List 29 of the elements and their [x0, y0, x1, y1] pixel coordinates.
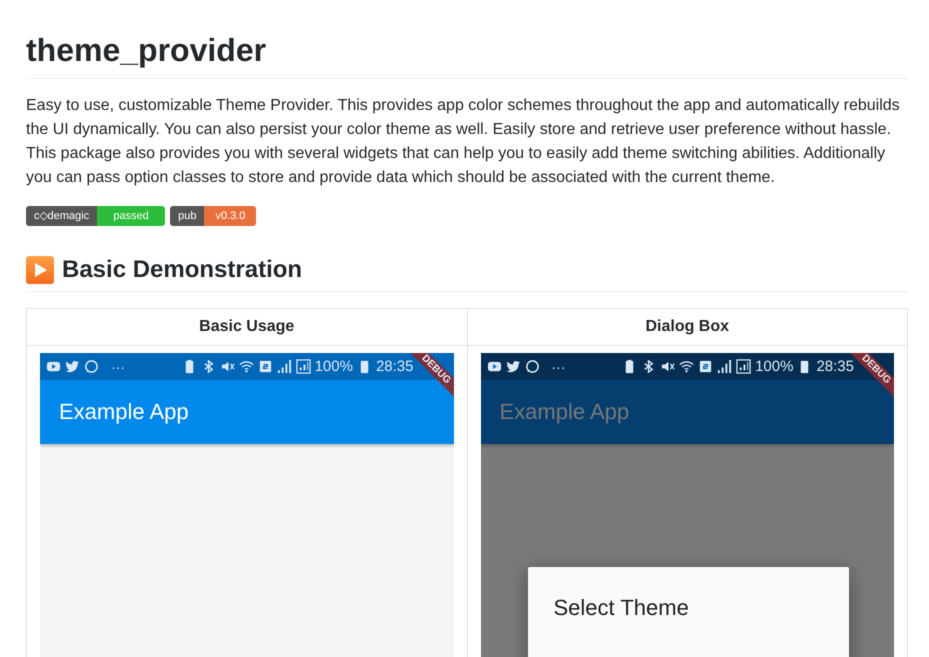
battery-percent: 100%	[314, 358, 353, 375]
wifi-icon	[679, 359, 694, 374]
signal-icon	[276, 359, 292, 374]
play-icon	[26, 256, 54, 284]
signal-icon	[736, 359, 752, 374]
battery-percent: 100%	[755, 358, 794, 375]
more-dots: ···	[111, 358, 125, 374]
section-heading: Basic Demonstration	[62, 256, 302, 284]
dialog-title: Select Theme	[554, 595, 690, 621]
video-icon	[46, 359, 61, 374]
column-header: Dialog Box	[467, 308, 908, 346]
sim-icon	[258, 359, 273, 374]
video-icon	[486, 359, 502, 374]
clock-time: 28:35	[816, 358, 854, 375]
bird-icon	[65, 359, 80, 374]
sim-icon	[698, 359, 714, 374]
more-dots: ···	[552, 358, 566, 374]
bird-icon	[506, 359, 520, 374]
app-title: Example App	[500, 399, 630, 425]
column-header: Basic Usage	[26, 308, 467, 346]
clock-time: 28:35	[376, 358, 414, 375]
app-title: Example App	[59, 399, 189, 425]
page-title: theme_provider	[26, 30, 908, 79]
mute-icon	[220, 359, 235, 374]
mute-icon	[660, 359, 676, 374]
signal-icon	[717, 359, 732, 374]
signal-icon	[296, 359, 311, 374]
description: Easy to use, customizable Theme Provider. This provides app color schemes throughout the app and automatically rebuilds the UI dynamically. You can also persist your color theme as well. Easily store and retrieve user preference without hassle. This package also provides you with several widgets that can help you to easily add theme switching abilities. Additionally you can pass option classes to store and provide data which should be associated with the current theme.	[26, 96, 901, 188]
wifi-icon	[238, 359, 254, 374]
